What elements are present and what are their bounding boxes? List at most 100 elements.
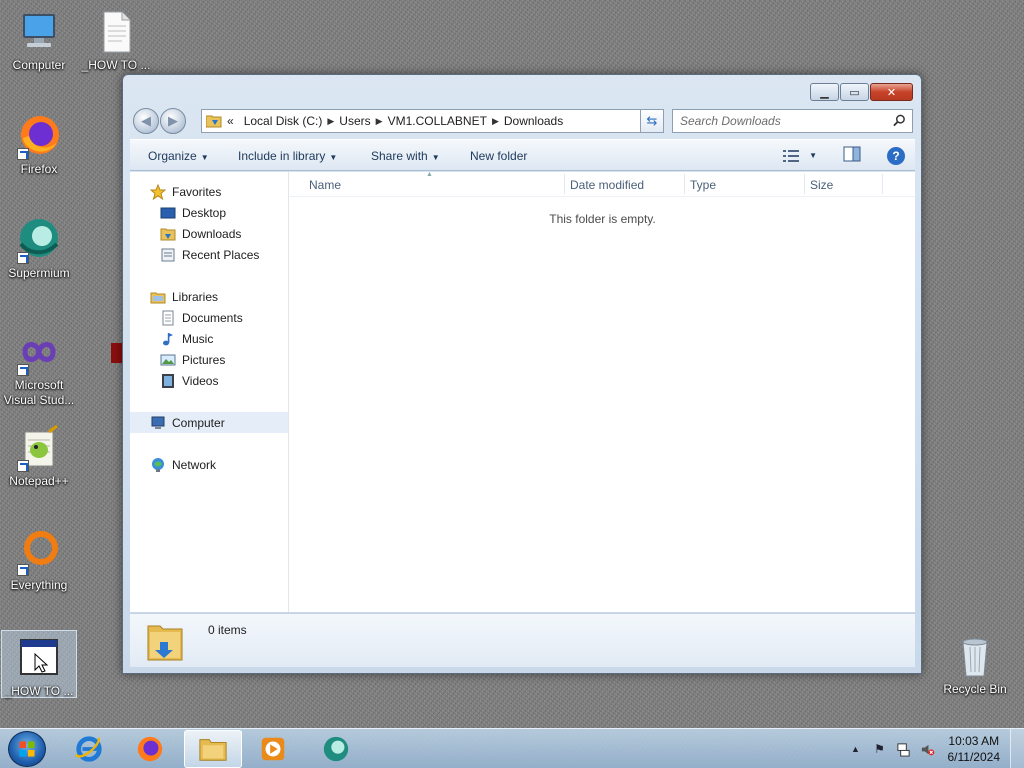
taskbar-media-player[interactable] xyxy=(244,730,302,768)
computer-icon xyxy=(15,8,63,56)
refresh-icon: ⇆ xyxy=(646,113,658,128)
nav-label: Pictures xyxy=(182,352,226,367)
desktop-icon-label: Supermium xyxy=(8,266,70,280)
network-icon xyxy=(150,457,166,473)
desktop-icon-computer[interactable]: Computer xyxy=(1,8,77,73)
firefox-icon xyxy=(15,112,63,160)
share-with-button[interactable]: Share with ▼ xyxy=(371,149,440,163)
breadcrumb-local-disk[interactable]: Local Disk (C:) xyxy=(244,114,323,128)
column-name[interactable]: Name xyxy=(309,178,341,192)
nav-libraries[interactable]: Libraries xyxy=(130,286,288,307)
nav-downloads[interactable]: Downloads xyxy=(130,223,288,244)
explorer-window: ▁ ▭ ✕ ◀ ▶ « Local Disk (C:) ▶ Users ▶ VM… xyxy=(122,74,922,674)
network-status-icon[interactable] xyxy=(896,741,912,757)
caption-buttons: ▁ ▭ ✕ xyxy=(810,83,913,101)
shortcut-arrow-icon xyxy=(17,252,29,264)
nav-label: Network xyxy=(172,457,217,472)
column-header: ▲ Name Date modified Type Size xyxy=(290,171,915,197)
preview-pane-icon xyxy=(843,146,861,162)
folder-icon xyxy=(199,739,227,761)
nav-videos[interactable]: Videos xyxy=(130,370,288,391)
organize-button[interactable]: Organize ▼ xyxy=(148,149,209,163)
breadcrumb-vm1-collabnet[interactable]: VM1.COLLABNET xyxy=(388,114,487,128)
volume-muted-icon[interactable] xyxy=(920,741,936,757)
new-folder-button[interactable]: New folder xyxy=(470,149,527,163)
desktop-icon-everything[interactable]: Everything xyxy=(1,528,77,593)
application-window-icon xyxy=(15,634,63,682)
text-file-icon xyxy=(92,8,140,56)
taskbar-internet-explorer[interactable] xyxy=(60,730,118,768)
column-type[interactable]: Type xyxy=(690,178,716,192)
column-date-modified[interactable]: Date modified xyxy=(570,178,644,192)
action-center-flag-icon[interactable]: ⚑ xyxy=(872,741,888,757)
command-bar: Organize ▼ Include in library ▼ Share with… xyxy=(130,139,915,171)
offscreen-window-edge xyxy=(111,343,122,363)
help-button[interactable]: ? xyxy=(887,146,905,165)
search-input[interactable]: Search Downloads xyxy=(672,109,913,133)
nav-network[interactable]: Network xyxy=(130,454,288,475)
taskbar-firefox[interactable] xyxy=(121,730,179,768)
chevron-down-icon: ▼ xyxy=(809,151,817,160)
back-button[interactable]: ◀ xyxy=(133,108,159,134)
desktop-icon-visual-studio[interactable]: Microsoft Visual Stud... xyxy=(1,328,77,408)
breadcrumb-separator-icon[interactable]: ▶ xyxy=(492,116,499,127)
breadcrumb-separator-icon[interactable]: ▶ xyxy=(327,116,334,127)
navigation-pane: Favorites Desktop Downloads Recent Place… xyxy=(130,172,289,612)
libraries-icon xyxy=(150,289,166,305)
title-bar[interactable]: ▁ ▭ ✕ xyxy=(123,75,921,105)
firefox-icon xyxy=(137,736,163,762)
breadcrumb-separator-icon[interactable]: ▶ xyxy=(376,116,383,127)
desktop-icon-how-to-window[interactable]: _HOW TO ... xyxy=(1,630,77,698)
nav-computer[interactable]: Computer xyxy=(130,412,288,433)
recent-places-icon xyxy=(160,247,176,263)
desktop-icon-supermium[interactable]: Supermium xyxy=(1,216,77,281)
desktop-icon-notepad-plus-plus[interactable]: Notepad++ xyxy=(1,424,77,489)
desktop-icon-label: _HOW TO ... xyxy=(4,684,74,698)
recycle-bin-icon xyxy=(951,632,999,680)
windows-logo-icon xyxy=(19,741,35,757)
nav-desktop[interactable]: Desktop xyxy=(130,202,288,223)
desktop-icon-how-to-file[interactable]: _HOW TO ... xyxy=(78,8,154,73)
nav-music[interactable]: Music xyxy=(130,328,288,349)
nav-favorites[interactable]: Favorites xyxy=(130,181,288,202)
address-overflow-chevron[interactable]: « xyxy=(227,114,234,128)
desktop-icon-firefox[interactable]: Firefox xyxy=(1,112,77,177)
nav-label: Computer xyxy=(172,415,225,430)
nav-label: Downloads xyxy=(182,226,242,241)
clock[interactable]: 10:03 AM 6/11/2024 xyxy=(948,733,1001,765)
close-button[interactable]: ✕ xyxy=(870,83,913,101)
share-with-label: Share with xyxy=(371,149,428,163)
view-controls: ▼ ? xyxy=(783,146,905,165)
maximize-button[interactable]: ▭ xyxy=(840,83,869,101)
search-icon[interactable] xyxy=(893,114,906,130)
nav-pictures[interactable]: Pictures xyxy=(130,349,288,370)
content-area: Favorites Desktop Downloads Recent Place… xyxy=(130,171,915,612)
taskbar-supermium[interactable] xyxy=(307,730,365,768)
forward-button[interactable]: ▶ xyxy=(160,108,186,134)
nav-label: Libraries xyxy=(172,289,219,304)
start-button[interactable] xyxy=(8,731,46,767)
preview-pane-button[interactable] xyxy=(843,146,861,165)
breadcrumb-users[interactable]: Users xyxy=(339,114,370,128)
forward-arrow-icon: ▶ xyxy=(168,113,178,128)
minimize-button[interactable]: ▁ xyxy=(810,83,839,101)
include-in-library-label: Include in library xyxy=(238,149,326,163)
nav-label: Videos xyxy=(182,373,219,388)
address-bar[interactable]: « Local Disk (C:) ▶ Users ▶ VM1.COLLABNE… xyxy=(201,109,663,133)
nav-documents[interactable]: Documents xyxy=(130,307,288,328)
details-view-icon xyxy=(783,149,800,162)
internet-explorer-icon xyxy=(74,736,102,762)
column-size[interactable]: Size xyxy=(810,178,833,192)
show-desktop-button[interactable] xyxy=(1010,729,1024,768)
refresh-button[interactable]: ⇆ xyxy=(640,109,664,133)
taskbar-windows-explorer[interactable] xyxy=(184,730,242,768)
navigation-row: ◀ ▶ « Local Disk (C:) ▶ Users ▶ VM1.COLL… xyxy=(131,106,913,134)
desktop-icon-label: Recycle Bin xyxy=(943,682,1007,696)
nav-recent-places[interactable]: Recent Places xyxy=(130,244,288,265)
show-hidden-icons-button[interactable]: ▲ xyxy=(848,741,864,757)
include-in-library-button[interactable]: Include in library ▼ xyxy=(238,149,337,163)
change-view-button[interactable]: ▼ xyxy=(783,149,817,162)
desktop-icon-label: Firefox xyxy=(20,162,58,176)
breadcrumb-downloads[interactable]: Downloads xyxy=(504,114,563,128)
desktop-icon-recycle-bin[interactable]: Recycle Bin xyxy=(937,632,1013,697)
